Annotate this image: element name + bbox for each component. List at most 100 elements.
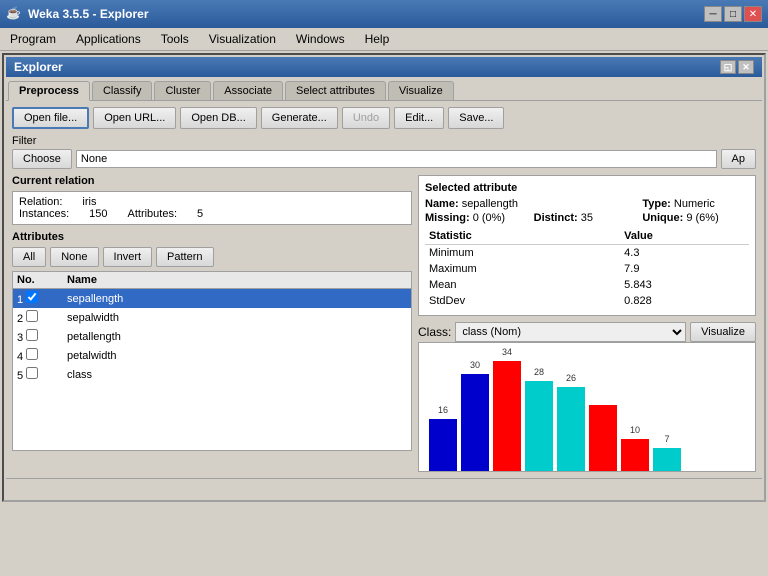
distinct-cell: Distinct: 35 — [534, 212, 641, 224]
open-file-button[interactable]: Open file... — [12, 107, 89, 129]
explorer-controls: ◱ ✕ — [720, 60, 754, 74]
unique-cell: Unique: 9 (6%) — [642, 212, 749, 224]
menu-help[interactable]: Help — [359, 30, 396, 48]
name-label: Name: sepallength — [425, 198, 532, 210]
explorer-window: Explorer ◱ ✕ Preprocess Classify Cluster… — [2, 53, 766, 502]
stat-name: Maximum — [425, 261, 620, 277]
chart-bar — [429, 419, 457, 471]
tab-classify[interactable]: Classify — [92, 81, 153, 100]
type-value-cell: Type: Numeric — [642, 198, 749, 210]
class-label: Class: — [418, 325, 451, 339]
instances-value: 150 — [89, 208, 107, 220]
menu-visualization[interactable]: Visualization — [203, 30, 282, 48]
instances-label: Instances: — [19, 208, 69, 220]
all-button[interactable]: All — [12, 247, 46, 267]
stat-name: StdDev — [425, 293, 620, 309]
open-db-button[interactable]: Open DB... — [180, 107, 256, 129]
menu-tools[interactable]: Tools — [155, 30, 195, 48]
attribute-row[interactable]: 1 sepallength — [13, 289, 411, 308]
attributes-value: 5 — [197, 208, 203, 220]
filter-row: Choose None Ap — [12, 149, 756, 169]
stats-body: Minimum4.3Maximum7.9Mean5.843StdDev0.828 — [425, 245, 749, 310]
attributes-buttons: All None Invert Pattern — [12, 247, 412, 267]
attribute-row[interactable]: 4 petalwidth — [13, 346, 411, 365]
chart-area: 1630342826107 — [418, 342, 756, 472]
col-name: Name — [67, 274, 407, 286]
attr-checkbox[interactable] — [26, 310, 38, 322]
tab-visualize[interactable]: Visualize — [388, 81, 454, 100]
attr-no: 4 — [17, 348, 67, 363]
class-select[interactable]: class (Nom) — [455, 322, 686, 342]
attr-no: 1 — [17, 291, 67, 306]
visualize-button[interactable]: Visualize — [690, 322, 756, 342]
stat-value: 7.9 — [620, 261, 749, 277]
attr-no: 5 — [17, 367, 67, 382]
attr-info-grid: Name: sepallength Type: Numeric Missing:… — [425, 198, 749, 224]
maximize-button[interactable]: □ — [724, 6, 742, 22]
chart-bar — [461, 374, 489, 471]
attr-checkbox[interactable] — [26, 367, 38, 379]
attr-name: class — [67, 369, 407, 381]
attributes-section: Attributes All None Invert Pattern No. N… — [12, 231, 412, 451]
save-button[interactable]: Save... — [448, 107, 504, 129]
relation-row-2: Instances: 150 Attributes: 5 — [19, 208, 405, 220]
bar-label: 16 — [438, 405, 448, 415]
stats-table: Statistic Value Minimum4.3Maximum7.9Mean… — [425, 228, 749, 309]
none-button[interactable]: None — [50, 247, 98, 267]
stat-value: 4.3 — [620, 245, 749, 262]
filter-choose-button[interactable]: Choose — [12, 149, 72, 169]
attr-checkbox[interactable] — [26, 348, 38, 360]
attr-checkbox[interactable] — [26, 291, 38, 303]
col-no: No. — [17, 274, 67, 286]
file-toolbar: Open file... Open URL... Open DB... Gene… — [12, 107, 756, 129]
bar-label: 34 — [502, 347, 512, 357]
chart-bar — [653, 448, 681, 471]
left-panel: Current relation Relation: iris Instance… — [12, 175, 412, 472]
invert-button[interactable]: Invert — [103, 247, 153, 267]
attr-name: sepallength — [67, 293, 407, 305]
bar-wrapper: 7 — [653, 448, 681, 471]
class-row: Class: class (Nom) Visualize — [418, 322, 756, 342]
val-col-header: Value — [620, 228, 749, 245]
tab-cluster[interactable]: Cluster — [154, 81, 211, 100]
explorer-title-bar: Explorer ◱ ✕ — [6, 57, 762, 77]
attr-name: sepalwidth — [67, 312, 407, 324]
explorer-title-text: Explorer — [14, 60, 63, 74]
chart-bar — [493, 361, 521, 471]
open-url-button[interactable]: Open URL... — [93, 107, 176, 129]
menu-bar: Program Applications Tools Visualization… — [0, 28, 768, 51]
bar-wrapper: 34 — [493, 361, 521, 471]
pattern-button[interactable]: Pattern — [156, 247, 213, 267]
menu-applications[interactable]: Applications — [70, 30, 147, 48]
explorer-restore-button[interactable]: ◱ — [720, 60, 736, 74]
stats-row: Mean5.843 — [425, 277, 749, 293]
edit-button[interactable]: Edit... — [394, 107, 444, 129]
attr-checkbox[interactable] — [26, 329, 38, 341]
bar-wrapper: 30 — [461, 374, 489, 471]
relation-box: Relation: iris Instances: 150 Attributes… — [12, 191, 412, 225]
tab-select-attributes[interactable]: Select attributes — [285, 81, 386, 100]
filter-apply-button[interactable]: Ap — [721, 149, 756, 169]
explorer-close-button[interactable]: ✕ — [738, 60, 754, 74]
undo-button[interactable]: Undo — [342, 107, 390, 129]
minimize-button[interactable]: ─ — [704, 6, 722, 22]
attribute-row[interactable]: 3 petallength — [13, 327, 411, 346]
chart-bar — [525, 381, 553, 471]
main-content: Open file... Open URL... Open DB... Gene… — [6, 101, 762, 478]
missing-cell: Missing: 0 (0%) — [425, 212, 532, 224]
attribute-row[interactable]: 5 class — [13, 365, 411, 384]
tab-associate[interactable]: Associate — [213, 81, 283, 100]
menu-windows[interactable]: Windows — [290, 30, 351, 48]
tab-preprocess[interactable]: Preprocess — [8, 81, 90, 101]
attribute-rows-container: 1 sepallength2 sepalwidth3 petallength4 … — [13, 289, 411, 384]
app-icon: ☕ — [6, 6, 22, 22]
menu-program[interactable]: Program — [4, 30, 62, 48]
generate-button[interactable]: Generate... — [261, 107, 338, 129]
attribute-row[interactable]: 2 sepalwidth — [13, 308, 411, 327]
filter-value: None — [76, 150, 717, 168]
filter-section: Filter Choose None Ap — [12, 135, 756, 169]
title-bar: ☕ Weka 3.5.5 - Explorer ─ □ ✕ — [0, 0, 768, 28]
status-bar — [6, 478, 762, 498]
stat-value: 5.843 — [620, 277, 749, 293]
close-button[interactable]: ✕ — [744, 6, 762, 22]
